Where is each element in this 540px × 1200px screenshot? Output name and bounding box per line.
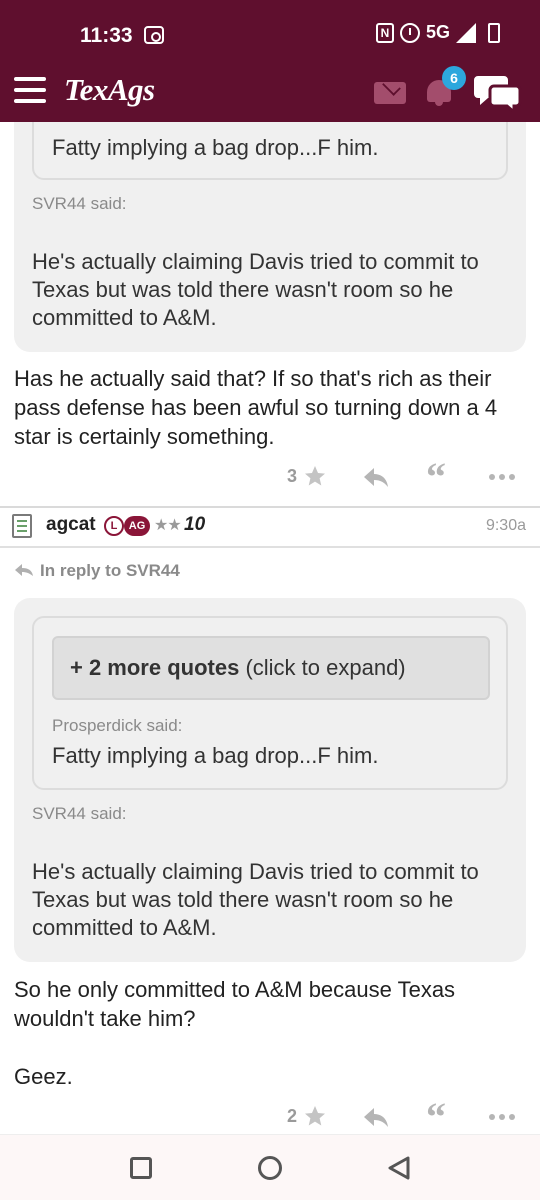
chat-icon[interactable] bbox=[474, 72, 522, 112]
post-actions: 3 “ bbox=[0, 457, 540, 497]
post-timestamp: 9:30a bbox=[485, 517, 526, 534]
quote-text: He's actually claiming Davis tried to co… bbox=[32, 249, 479, 330]
status-bar: 11:33 N 5G bbox=[0, 0, 540, 62]
reply-arrow-icon bbox=[15, 564, 33, 576]
user-stars: ★★ bbox=[154, 517, 182, 534]
back-icon[interactable] bbox=[386, 1155, 412, 1181]
star-icon[interactable] bbox=[303, 1104, 327, 1128]
quote-icon[interactable]: “ bbox=[426, 1097, 446, 1135]
rating-count: 3 bbox=[287, 466, 298, 486]
post-header: agcat L AG ★★ 10 9:30a bbox=[0, 508, 540, 548]
post-body-line: Geez. bbox=[14, 1064, 73, 1089]
status-icons: N 5G bbox=[375, 22, 500, 43]
quote-icon[interactable]: “ bbox=[426, 457, 446, 497]
nested-quote: Fatty implying a bag drop...F him. bbox=[32, 122, 508, 180]
post-username[interactable]: agcat bbox=[46, 514, 96, 536]
mail-icon[interactable] bbox=[374, 82, 406, 104]
notification-badge[interactable]: 6 bbox=[442, 66, 466, 90]
texags-logo[interactable]: TexAgs bbox=[64, 72, 155, 108]
expand-quotes-button[interactable]: + 2 more quotes (click to expand) bbox=[52, 636, 490, 700]
post-body-line: So he only committed to A&M because Texa… bbox=[14, 977, 456, 1031]
system-nav-bar bbox=[0, 1134, 540, 1200]
quote-author: SVR44 said: bbox=[32, 194, 127, 213]
quote-block: + 2 more quotes (click to expand) Prospe… bbox=[14, 598, 526, 962]
quote-block: Fatty implying a bag drop...F him. SVR44… bbox=[14, 122, 526, 352]
network-label: 5G bbox=[425, 22, 450, 42]
notepad-icon bbox=[12, 514, 32, 538]
home-icon[interactable] bbox=[258, 1156, 282, 1180]
ag-badge: AG bbox=[124, 516, 150, 536]
signal-icon bbox=[456, 22, 476, 43]
more-options-icon[interactable] bbox=[489, 474, 515, 480]
reply-to-link[interactable]: In reply to SVR44 bbox=[14, 561, 180, 581]
screen-record-icon bbox=[144, 26, 164, 44]
post-body: Has he actually said that? If so that's … bbox=[14, 366, 498, 449]
post-body: So he only committed to A&M because Texa… bbox=[14, 975, 526, 1091]
quote-text: He's actually claiming Davis tried to co… bbox=[32, 859, 479, 940]
battery-icon bbox=[488, 22, 500, 43]
recents-icon[interactable] bbox=[130, 1157, 152, 1179]
nfc-icon: N bbox=[375, 22, 394, 43]
quote-author: SVR44 said: bbox=[32, 804, 127, 823]
nested-quote-text: Fatty implying a bag drop...F him. bbox=[52, 135, 379, 160]
star-icon[interactable] bbox=[303, 464, 327, 488]
status-time: 11:33 bbox=[80, 24, 133, 47]
more-options-icon[interactable] bbox=[489, 1114, 515, 1120]
post-actions: 2 “ bbox=[0, 1097, 540, 1135]
nested-quote-text: Fatty implying a bag drop...F him. bbox=[52, 743, 379, 768]
reply-to-text: In reply to SVR44 bbox=[40, 561, 180, 580]
hamburger-menu-icon[interactable] bbox=[14, 77, 46, 103]
nested-quote-author: Prosperdick said: bbox=[52, 716, 183, 735]
reply-icon[interactable] bbox=[362, 466, 390, 488]
nested-quote: + 2 more quotes (click to expand) Prospe… bbox=[32, 616, 508, 790]
reply-icon[interactable] bbox=[362, 1106, 390, 1128]
rating-count: 2 bbox=[287, 1106, 298, 1126]
lifetime-badge: L bbox=[104, 516, 124, 536]
user-rank: 10 bbox=[184, 514, 206, 535]
thread-content[interactable]: Fatty implying a bag drop...F him. SVR44… bbox=[0, 122, 540, 1134]
alarm-icon bbox=[399, 22, 420, 43]
